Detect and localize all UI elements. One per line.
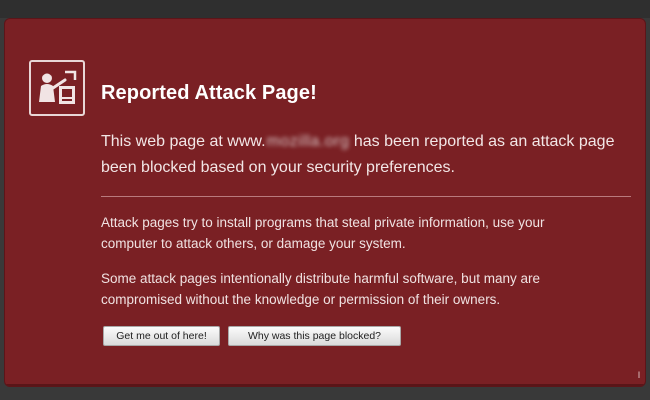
corner-link-icon[interactable]: l	[638, 371, 642, 380]
warning-title: Reported Attack Page!	[101, 82, 317, 104]
attack-explanation-paragraph: Attack pages try to install programs tha…	[101, 212, 631, 254]
get-me-out-button[interactable]: Get me out of here!	[103, 326, 220, 346]
intro-line-2: been blocked based on your security pref…	[101, 159, 455, 176]
intro-line-1: This web page at www.mozilla.org has bee…	[101, 129, 645, 155]
why-blocked-button[interactable]: Why was this page blocked?	[228, 326, 401, 346]
attack-explanation-line-2: computer to attack others, or damage you…	[101, 236, 406, 251]
compromised-explanation-line-1: Some attack pages intentionally distribu…	[101, 271, 540, 286]
intro-line-1-before: This web page at www.	[101, 133, 266, 150]
attack-warning-icon-graphic	[34, 65, 80, 111]
compromised-explanation-line-2: compromised without the knowledge or per…	[101, 292, 501, 307]
compromised-explanation-paragraph: Some attack pages intentionally distribu…	[101, 268, 631, 310]
warning-intro: This web page at www.mozilla.org has bee…	[101, 129, 645, 181]
section-divider	[101, 196, 631, 197]
intro-line-1-after: has been reported as an attack page	[349, 133, 615, 150]
attack-warning-icon	[29, 60, 85, 116]
browser-top-band	[0, 0, 650, 18]
blurred-domain: mozilla.org	[266, 133, 350, 150]
attack-warning-panel: Reported Attack Page! This web page at w…	[4, 18, 646, 387]
attack-explanation-line-1: Attack pages try to install programs tha…	[101, 215, 545, 230]
browser-viewport: Reported Attack Page! This web page at w…	[0, 0, 650, 400]
